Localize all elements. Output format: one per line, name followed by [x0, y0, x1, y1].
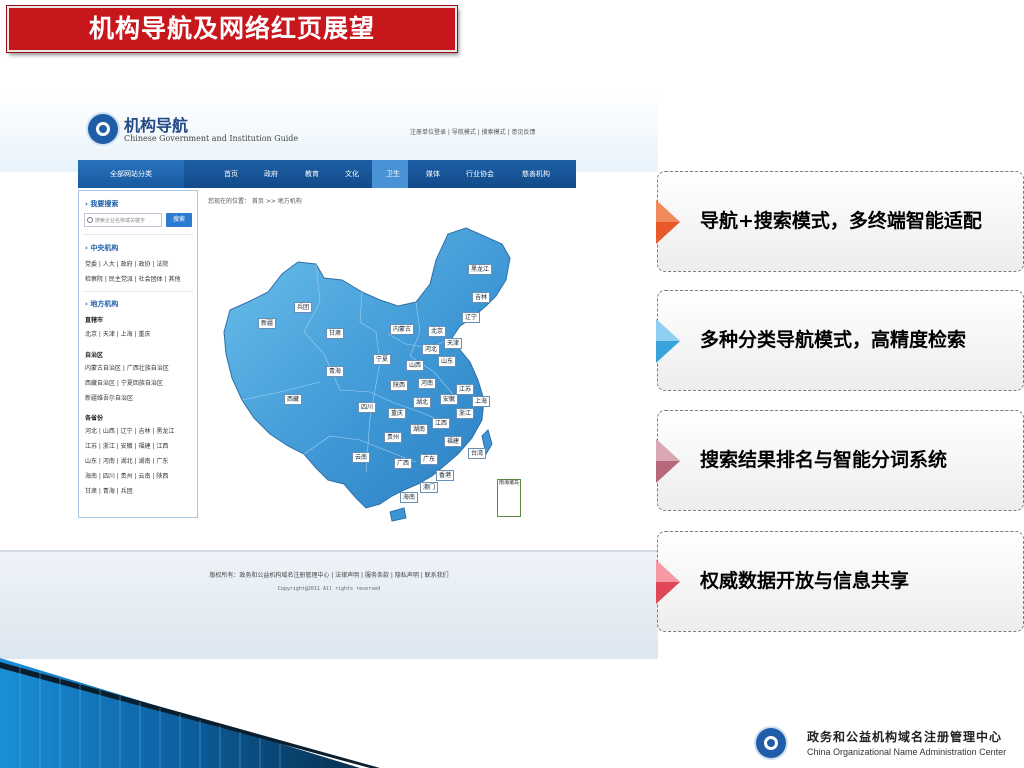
site-sidebar: › 我要搜索 搜索企业名称或关键字 搜索 › 中央机构 党委 | 人大 | 政府… [78, 190, 198, 518]
point-card-2: 多种分类导航模式，高精度检索 [656, 290, 1024, 391]
point-text: 搜索结果排名与智能分词系统 [700, 449, 948, 471]
nav-item-education[interactable]: 教育 [305, 160, 319, 188]
map-label[interactable]: 安徽 [440, 394, 459, 405]
map-label[interactable]: 四川 [358, 402, 377, 413]
footer-links[interactable]: 版权所有：政务和公益机构域名注册管理中心 | 法律声明 | 服务条款 | 隐私声… [0, 570, 658, 579]
blue-arrow-icon [656, 319, 680, 363]
map-label[interactable]: 海南 [400, 492, 419, 503]
map-label[interactable]: 浙江 [456, 408, 475, 419]
nav-all-categories[interactable]: 全部网站分类 [78, 160, 184, 188]
map-label[interactable]: 香港 [436, 470, 455, 481]
provinces-links-2[interactable]: 江苏 | 浙江 | 安徽 | 福建 | 江西 [85, 441, 168, 450]
map-label[interactable]: 陕西 [390, 380, 409, 391]
central-links-1[interactable]: 党委 | 人大 | 政府 | 政协 | 法院 [85, 259, 168, 268]
map-label[interactable]: 西藏 [284, 394, 303, 405]
map-label[interactable]: 天津 [444, 338, 463, 349]
map-label[interactable]: 江苏 [456, 384, 475, 395]
orange-arrow-icon [656, 200, 680, 244]
autonomous-links-2[interactable]: 西藏自治区 | 宁夏回族自治区 [85, 378, 163, 387]
provinces-label: 各省份 [85, 415, 104, 422]
map-label[interactable]: 兵团 [294, 302, 313, 313]
map-label[interactable]: 贵州 [384, 432, 403, 443]
breadcrumb: 您现在的位置： 首页 >> 地方机构 [208, 198, 302, 205]
municipalities-links[interactable]: 北京 | 天津 | 上海 | 重庆 [85, 329, 151, 338]
sidebar-divider [83, 234, 193, 235]
site-footer [0, 552, 658, 659]
map-label[interactable]: 山西 [406, 360, 425, 371]
south-sea-islands-inset[interactable]: 南海诸岛 [497, 479, 521, 517]
municipalities-label: 直辖市 [85, 317, 104, 324]
local-section-title: › 地方机构 [85, 300, 119, 308]
mauve-arrow-icon [656, 439, 680, 483]
map-label[interactable]: 云南 [352, 452, 371, 463]
site-nav-bar: 全部网站分类 首页 政府 教育 文化 卫生 媒体 行业协会 慈善机构 [78, 160, 576, 188]
map-label[interactable]: 广西 [394, 458, 413, 469]
point-text: 导航+搜索模式，多终端智能适配 [700, 210, 982, 232]
nav-item-industry[interactable]: 行业协会 [466, 160, 494, 188]
map-label[interactable]: 江西 [432, 418, 451, 429]
map-label[interactable]: 台湾 [468, 448, 487, 459]
map-label[interactable]: 辽宁 [462, 312, 481, 323]
provinces-links-3[interactable]: 山东 | 河南 | 湖北 | 湖南 | 广东 [85, 456, 168, 465]
autonomous-links-3[interactable]: 新疆维吾尔自治区 [85, 393, 133, 402]
map-label[interactable]: 北京 [428, 326, 447, 337]
map-label[interactable]: 湖南 [410, 424, 429, 435]
slide-title: 机构导航及网络红页展望 [88, 14, 375, 43]
map-label[interactable]: 内蒙古 [390, 324, 415, 335]
site-logo-icon [88, 114, 118, 144]
central-section-title: › 中央机构 [85, 244, 119, 252]
provinces-links-4[interactable]: 海南 | 四川 | 贵州 | 云南 | 陕西 [85, 471, 168, 480]
map-label[interactable]: 河北 [422, 344, 441, 355]
map-label[interactable]: 重庆 [388, 408, 407, 419]
provinces-links-5[interactable]: 甘肃 | 青海 | 兵团 [85, 486, 133, 495]
map-label[interactable]: 青海 [326, 366, 345, 377]
autonomous-label: 自治区 [85, 352, 104, 359]
map-label[interactable]: 新疆 [258, 318, 277, 329]
site-title-cn: 机构导航 [124, 116, 189, 135]
autonomous-links-1[interactable]: 内蒙古自治区 | 广西壮族自治区 [85, 363, 169, 372]
site-title-en: Chinese Government and Institution Guide [124, 134, 299, 143]
nav-item-government[interactable]: 政府 [264, 160, 278, 188]
red-arrow-icon [656, 560, 680, 604]
slide-title-box: 机构导航及网络红页展望 [6, 5, 458, 53]
organization-name-en: China Organizational Name Administration… [807, 747, 1007, 757]
map-label[interactable]: 吉林 [472, 292, 491, 303]
site-search-button[interactable]: 搜索 [166, 213, 192, 227]
map-label[interactable]: 河南 [418, 378, 437, 389]
map-label[interactable]: 澳门 [420, 482, 439, 493]
map-label[interactable]: 广东 [420, 454, 439, 465]
footer-copyright: Copyright@2011 All rights reserved [277, 586, 381, 592]
map-label[interactable]: 黑龙江 [468, 264, 493, 275]
corner-decoration [0, 658, 380, 768]
map-label[interactable]: 上海 [472, 396, 491, 407]
hainan-shape [389, 507, 407, 522]
point-text: 权威数据开放与信息共享 [700, 570, 910, 592]
top-links[interactable]: 注册单位登录 | 导航模式 | 搜索模式 | 意见反馈 [410, 127, 536, 136]
map-label[interactable]: 宁夏 [373, 354, 392, 365]
nav-item-culture[interactable]: 文化 [345, 160, 359, 188]
search-placeholder: 搜索企业名称或关键字 [95, 218, 146, 224]
nav-item-media[interactable]: 媒体 [426, 160, 440, 188]
map-label[interactable]: 福建 [444, 436, 463, 447]
map-label[interactable]: 山东 [438, 356, 457, 367]
search-section-title: › 我要搜索 [85, 200, 119, 208]
provinces-links-1[interactable]: 河北 | 山西 | 辽宁 | 吉林 | 黑龙江 [85, 426, 174, 435]
point-card-1: 导航+搜索模式，多终端智能适配 [656, 171, 1024, 272]
nav-item-home[interactable]: 首页 [224, 160, 238, 188]
point-text: 多种分类导航模式，高精度检索 [700, 329, 967, 351]
nav-item-charity[interactable]: 慈善机构 [522, 160, 550, 188]
website-screenshot: 机构导航 Chinese Government and Institution … [0, 92, 658, 659]
site-search-input[interactable]: 搜索企业名称或关键字 [84, 213, 162, 227]
central-links-2[interactable]: 检察院 | 民主党派 | 社会团体 | 其他 [85, 274, 181, 283]
organization-logo-icon [756, 728, 786, 758]
organization-name-cn: 政务和公益机构域名注册管理中心 [807, 730, 1003, 744]
point-card-3: 搜索结果排名与智能分词系统 [656, 410, 1024, 511]
point-card-4: 权威数据开放与信息共享 [656, 531, 1024, 632]
sidebar-divider [83, 291, 193, 292]
map-label[interactable]: 湖北 [413, 397, 432, 408]
search-icon [87, 217, 93, 223]
map-label[interactable]: 甘肃 [326, 328, 345, 339]
nav-item-health[interactable]: 卫生 [386, 160, 400, 188]
